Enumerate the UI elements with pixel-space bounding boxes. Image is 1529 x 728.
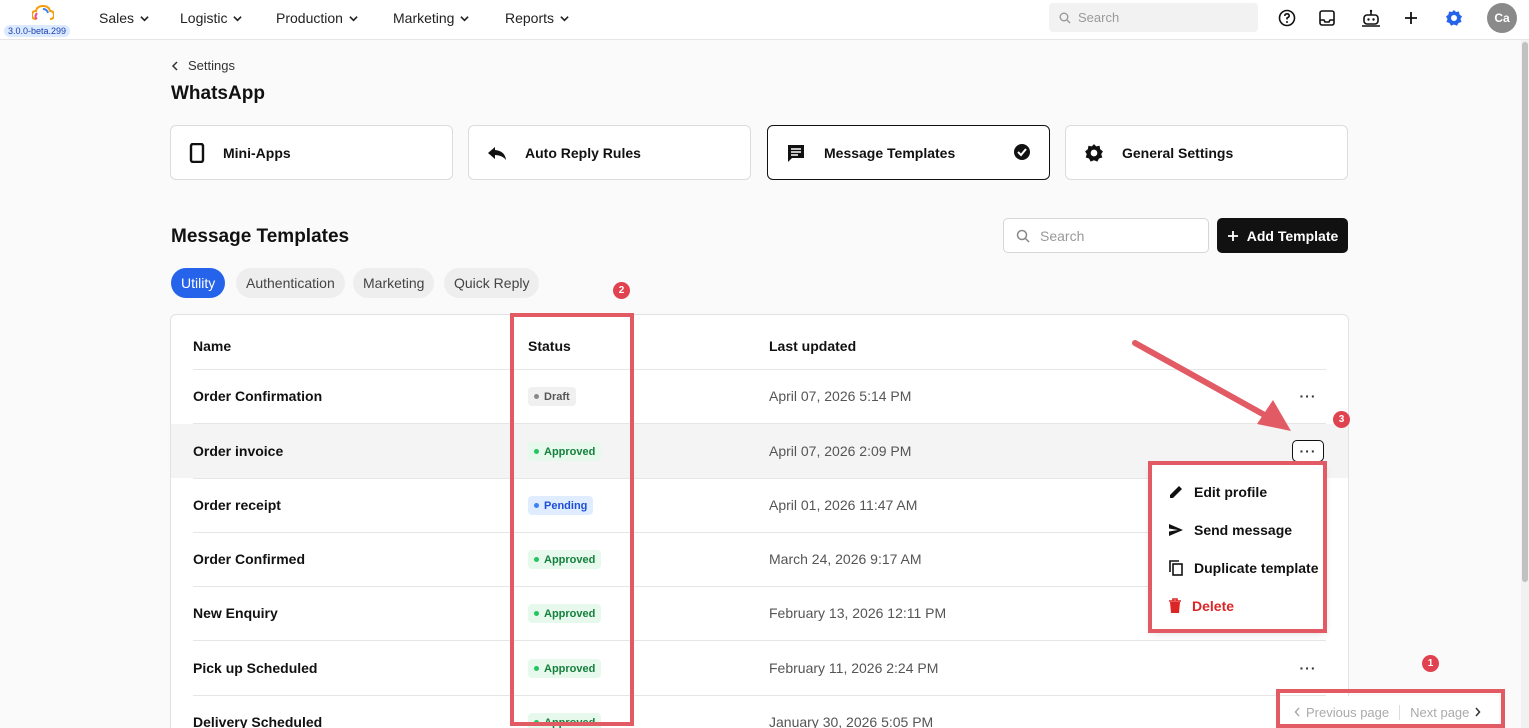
template-name: Pick up Scheduled (193, 660, 318, 676)
last-updated: March 24, 2026 9:17 AM (769, 551, 922, 567)
last-updated: April 07, 2026 2:09 PM (769, 443, 912, 459)
nav-logistic[interactable]: Logistic (180, 10, 243, 26)
reply-icon (488, 146, 506, 160)
template-name: New Enquiry (193, 605, 278, 621)
page-title: WhatsApp (171, 83, 265, 104)
template-name: Order receipt (193, 497, 281, 513)
nav-production[interactable]: Production (276, 10, 358, 26)
gear-icon[interactable] (1444, 8, 1464, 28)
table-row[interactable]: Pick up Scheduled Approved February 11, 20… (171, 641, 1348, 695)
card-mini-apps[interactable]: Mini-Apps (170, 125, 453, 180)
annotation-number-1: 1 (1422, 655, 1439, 672)
bot-icon[interactable] (1361, 8, 1381, 28)
column-header-last-updated[interactable]: Last updated (769, 338, 856, 354)
card-message-templates[interactable]: Message Templates (767, 125, 1050, 180)
chevron-down-icon (140, 15, 149, 21)
tab-authentication[interactable]: Authentication (236, 268, 345, 298)
add-template-label: Add Template (1246, 227, 1339, 244)
last-updated: April 07, 2026 5:14 PM (769, 388, 912, 404)
tab-label: Utility (181, 275, 216, 291)
card-label: General Settings (1122, 144, 1234, 161)
gear-icon (1085, 143, 1103, 162)
template-name: Order Confirmation (193, 388, 323, 404)
last-updated: April 01, 2026 11:47 AM (769, 497, 918, 513)
card-general-settings[interactable]: General Settings (1065, 125, 1348, 180)
more-actions-button[interactable]: ··· (1292, 440, 1324, 462)
section-title: Message Templates (171, 226, 350, 247)
nav-label: Logistic (180, 10, 228, 26)
annotation-box-pager (1276, 689, 1505, 728)
chevron-left-icon (171, 60, 178, 71)
top-bar: 3.0.0-beta.299 Sales Logistic Production… (0, 0, 1529, 40)
annotation-number-2: 2 (613, 282, 630, 299)
template-name: Order invoice (193, 443, 284, 459)
phone-icon (189, 142, 205, 163)
chevron-down-icon (233, 15, 243, 21)
card-label: Message Templates (824, 144, 956, 161)
card-auto-reply-rules[interactable]: Auto Reply Rules (468, 125, 751, 180)
inbox-icon[interactable] (1317, 8, 1337, 28)
tab-label: Authentication (246, 275, 335, 291)
chevron-down-icon (560, 15, 569, 21)
more-actions-button[interactable]: ··· (1292, 385, 1324, 407)
tab-utility[interactable]: Utility (171, 268, 226, 298)
app-logo[interactable]: 3.0.0-beta.299 (4, 3, 76, 37)
template-name: Order Confirmed (193, 551, 306, 567)
global-search-input[interactable]: Search (1049, 3, 1258, 32)
template-name: Delivery Scheduled (193, 714, 323, 728)
nav-label: Marketing (393, 10, 455, 26)
nav-marketing[interactable]: Marketing (393, 10, 470, 26)
last-updated: February 11, 2026 2:24 PM (769, 660, 939, 676)
tab-label: Quick Reply (454, 275, 530, 291)
plus-icon[interactable] (1401, 8, 1421, 28)
help-icon[interactable] (1277, 8, 1297, 28)
add-template-button[interactable]: Add Template (1217, 218, 1348, 253)
nav-label: Sales (99, 10, 135, 26)
plus-icon (1227, 230, 1238, 241)
tab-quick-reply[interactable]: Quick Reply (444, 268, 540, 298)
cloud-logo-icon (32, 5, 54, 20)
search-placeholder: Search (1078, 10, 1120, 25)
search-icon (1059, 12, 1071, 23)
nav-reports[interactable]: Reports (505, 10, 569, 26)
last-updated: January 30, 2026 5:05 PM (769, 714, 934, 728)
nav-sales[interactable]: Sales (99, 10, 149, 26)
version-badge: 3.0.0-beta.299 (4, 25, 71, 37)
nav-label: Reports (505, 10, 555, 26)
more-actions-button[interactable]: ··· (1292, 657, 1324, 679)
table-row[interactable]: Order Confirmation Draft April 07, 2026 5:… (171, 369, 1348, 423)
scrollbar-thumb[interactable] (1522, 42, 1528, 582)
annotation-box-menu (1148, 461, 1327, 633)
search-icon (1016, 229, 1030, 243)
back-link[interactable]: Settings (171, 58, 235, 73)
chevron-down-icon (349, 15, 358, 21)
annotation-box-status-column (510, 313, 634, 726)
table-row[interactable]: Delivery Scheduled Approved January 30, 20… (171, 695, 1348, 728)
annotation-number-3: 3 (1333, 411, 1350, 428)
check-circle-icon (1014, 144, 1030, 160)
message-icon (788, 144, 804, 162)
chevron-down-icon (460, 15, 470, 21)
card-label: Mini-Apps (223, 144, 291, 161)
search-placeholder: Search (1040, 227, 1085, 244)
column-header-name[interactable]: Name (193, 338, 231, 354)
tab-label: Marketing (363, 275, 425, 291)
back-label: Settings (188, 58, 235, 73)
avatar[interactable]: Ca (1487, 3, 1517, 33)
template-search-input[interactable]: Search (1003, 218, 1209, 253)
nav-label: Production (276, 10, 343, 26)
tab-marketing[interactable]: Marketing (353, 268, 435, 298)
card-label: Auto Reply Rules (525, 144, 641, 161)
last-updated: February 13, 2026 12:11 PM (769, 605, 947, 621)
